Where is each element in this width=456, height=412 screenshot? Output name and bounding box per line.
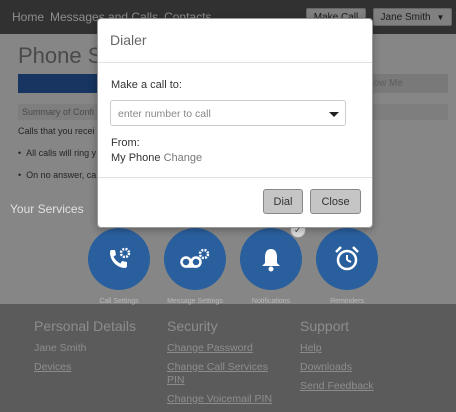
from-label: From: — [111, 137, 140, 149]
bell-icon — [262, 249, 280, 272]
close-button[interactable]: Close — [310, 189, 361, 214]
number-combobox[interactable]: enter number to call — [110, 100, 346, 126]
divider — [98, 62, 372, 63]
make-call-label: Make a call to: — [111, 79, 182, 91]
service-label: Reminders — [330, 298, 364, 305]
dropdown-caret-icon[interactable] — [329, 112, 339, 117]
service-label: Notifications — [251, 298, 291, 305]
dialog-title: Dialer — [110, 32, 147, 48]
from-device: My Phone Change — [111, 152, 202, 164]
from-device-name: My Phone — [111, 152, 161, 164]
divider — [98, 177, 372, 178]
number-placeholder: enter number to call — [118, 108, 211, 120]
change-link[interactable]: Change — [164, 152, 203, 164]
phone-gear-icon — [110, 247, 131, 268]
service-call-settings[interactable]: Call Settings — [88, 228, 150, 305]
dial-button[interactable]: Dial — [263, 189, 303, 214]
service-label: Message Settings — [167, 298, 223, 305]
service-label: Call Settings — [99, 298, 139, 305]
service-notifications[interactable]: ✓ Notifications — [240, 222, 306, 305]
service-reminders[interactable]: Reminders — [316, 228, 378, 305]
service-message-settings[interactable]: Message Settings — [164, 228, 226, 305]
dialer-dialog: Dialer Make a call to: enter number to c… — [97, 18, 373, 228]
voicemail-gear-icon — [180, 248, 210, 268]
services-heading: Your Services — [10, 202, 84, 216]
alarm-clock-icon — [335, 246, 359, 271]
